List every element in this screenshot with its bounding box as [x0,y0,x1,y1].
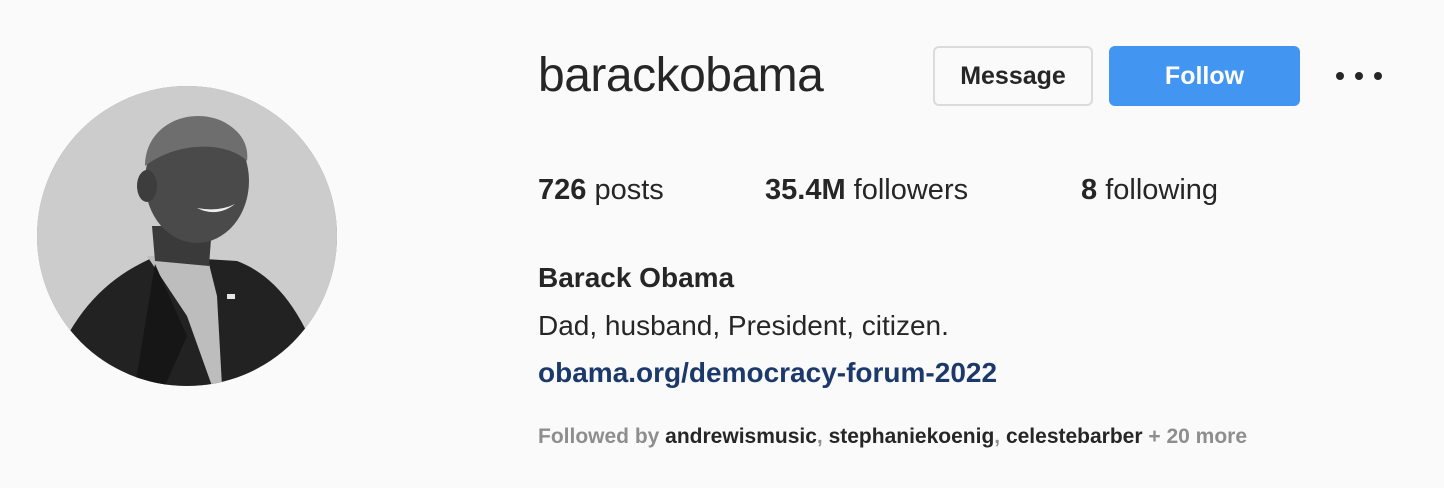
followed-by-account[interactable]: andrewismusic [665,425,817,448]
more-options-button[interactable] [1336,70,1382,82]
followed-by-account[interactable]: stephaniekoenig [829,425,995,448]
followers-number: 35.4M [765,174,846,206]
follow-button[interactable]: Follow [1109,46,1300,106]
profile-header: barackobama Message Follow 726 posts 35.… [0,0,1444,488]
posts-label: posts [586,174,664,206]
followed-by-prefix: Followed by [538,425,666,448]
followed-by-account[interactable]: celestebarber [1006,425,1143,448]
profile-full-name: Barack Obama [538,262,735,293]
profile-photo-grayscale-icon [37,86,337,386]
more-horizontal-icon-dot [1355,72,1363,80]
profile-website-link[interactable]: obama.org/democracy-forum-2022 [538,353,997,393]
posts-number: 726 [538,174,587,206]
posts-count: 726 posts [538,170,664,210]
following-number: 8 [1081,174,1098,206]
profile-username: barackobama [538,49,824,102]
more-horizontal-icon-dot [1374,72,1382,80]
profile-avatar[interactable] [37,86,337,386]
more-horizontal-icon [1336,72,1344,80]
followed-by[interactable]: Followed by andrewismusic, stephaniekoen… [538,422,1247,452]
following-link[interactable]: 8 following [1081,170,1218,210]
followed-by-separator: , [816,425,829,448]
followed-by-more: + 20 more [1142,425,1248,448]
followers-link[interactable]: 35.4M followers [765,170,968,210]
following-label: following [1097,174,1219,206]
profile-bio: Dad, husband, President, citizen. [538,310,949,341]
message-button[interactable]: Message [933,46,1093,106]
followed-by-separator: , [994,425,1006,448]
followers-label: followers [845,174,969,206]
